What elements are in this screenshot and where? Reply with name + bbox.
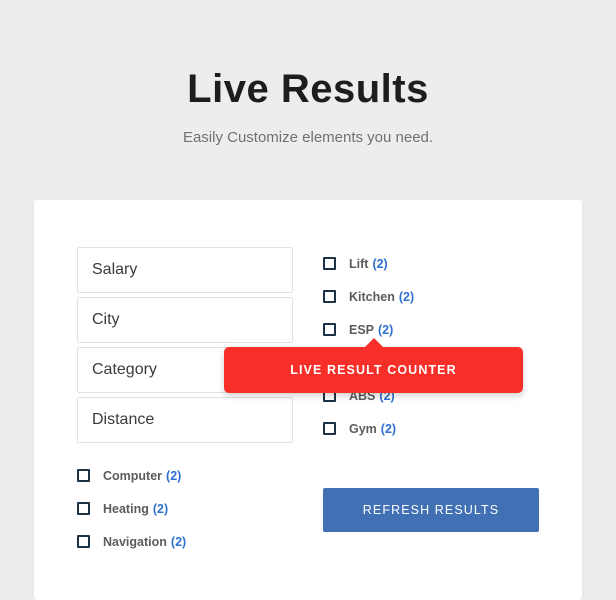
checkbox-count-navigation: (2) bbox=[170, 534, 187, 549]
checkbox-row-kitchen[interactable]: Kitchen (2) bbox=[323, 280, 539, 313]
checkbox-icon-computer[interactable] bbox=[77, 469, 90, 482]
checkbox-label-gym: Gym bbox=[349, 421, 377, 436]
checkbox-icon-esp[interactable] bbox=[323, 323, 336, 336]
checkbox-count-computer: (2) bbox=[166, 468, 182, 483]
page-title: Live Results bbox=[187, 67, 429, 111]
checkbox-icon-lift[interactable] bbox=[323, 257, 336, 270]
checkbox-label-esp: ESP bbox=[349, 322, 375, 337]
checkbox-label-lift: Lift bbox=[349, 256, 369, 271]
checkbox-count-kitchen: (2) bbox=[398, 289, 415, 304]
tooltip-arrow-icon bbox=[363, 338, 384, 348]
checkbox-count-heating: (2) bbox=[152, 501, 169, 516]
checkbox-row-heating[interactable]: Heating (2) bbox=[77, 492, 293, 525]
checkbox-label-computer: Computer bbox=[103, 468, 163, 483]
refresh-results-button[interactable]: REFRESH RESULTS bbox=[323, 488, 539, 532]
checkbox-count-esp: (2) bbox=[378, 322, 394, 337]
right-checkbox-group: Lift (2) Kitchen (2) ESP (2) ABS (2) Gym… bbox=[323, 247, 539, 445]
live-result-counter-tooltip: LIVE RESULT COUNTER bbox=[224, 338, 523, 393]
page-root: Live Results Easily Customize elements y… bbox=[0, 0, 616, 600]
checkbox-row-computer[interactable]: Computer (2) bbox=[77, 459, 293, 492]
checkbox-icon-gym[interactable] bbox=[323, 422, 336, 435]
checkbox-label-kitchen: Kitchen bbox=[349, 289, 395, 304]
checkbox-icon-heating[interactable] bbox=[77, 502, 90, 515]
search-input-distance[interactable] bbox=[77, 397, 293, 443]
checkbox-icon-kitchen[interactable] bbox=[323, 290, 336, 303]
search-input-city[interactable] bbox=[77, 297, 293, 343]
page-subtitle: Easily Customize elements you need. bbox=[182, 129, 434, 147]
checkbox-icon-navigation[interactable] bbox=[77, 535, 90, 548]
checkbox-row-lift[interactable]: Lift (2) bbox=[323, 247, 539, 280]
checkbox-label-heating: Heating bbox=[103, 501, 149, 516]
results-card: Computer (2) Heating (2) Navigation (2) … bbox=[34, 200, 582, 600]
search-input-salary[interactable] bbox=[77, 247, 293, 293]
page-header: Live Results Easily Customize elements y… bbox=[0, 0, 616, 148]
checkbox-row-gym[interactable]: Gym (2) bbox=[323, 412, 539, 445]
left-checkbox-group: Computer (2) Heating (2) Navigation (2) bbox=[77, 459, 293, 558]
checkbox-count-gym: (2) bbox=[380, 421, 397, 436]
checkbox-count-lift: (2) bbox=[372, 256, 388, 271]
checkbox-label-navigation: Navigation bbox=[103, 534, 167, 549]
checkbox-row-navigation[interactable]: Navigation (2) bbox=[77, 525, 293, 558]
checkbox-row-esp[interactable]: ESP (2) bbox=[323, 313, 539, 346]
tooltip-label: LIVE RESULT COUNTER bbox=[290, 363, 457, 377]
